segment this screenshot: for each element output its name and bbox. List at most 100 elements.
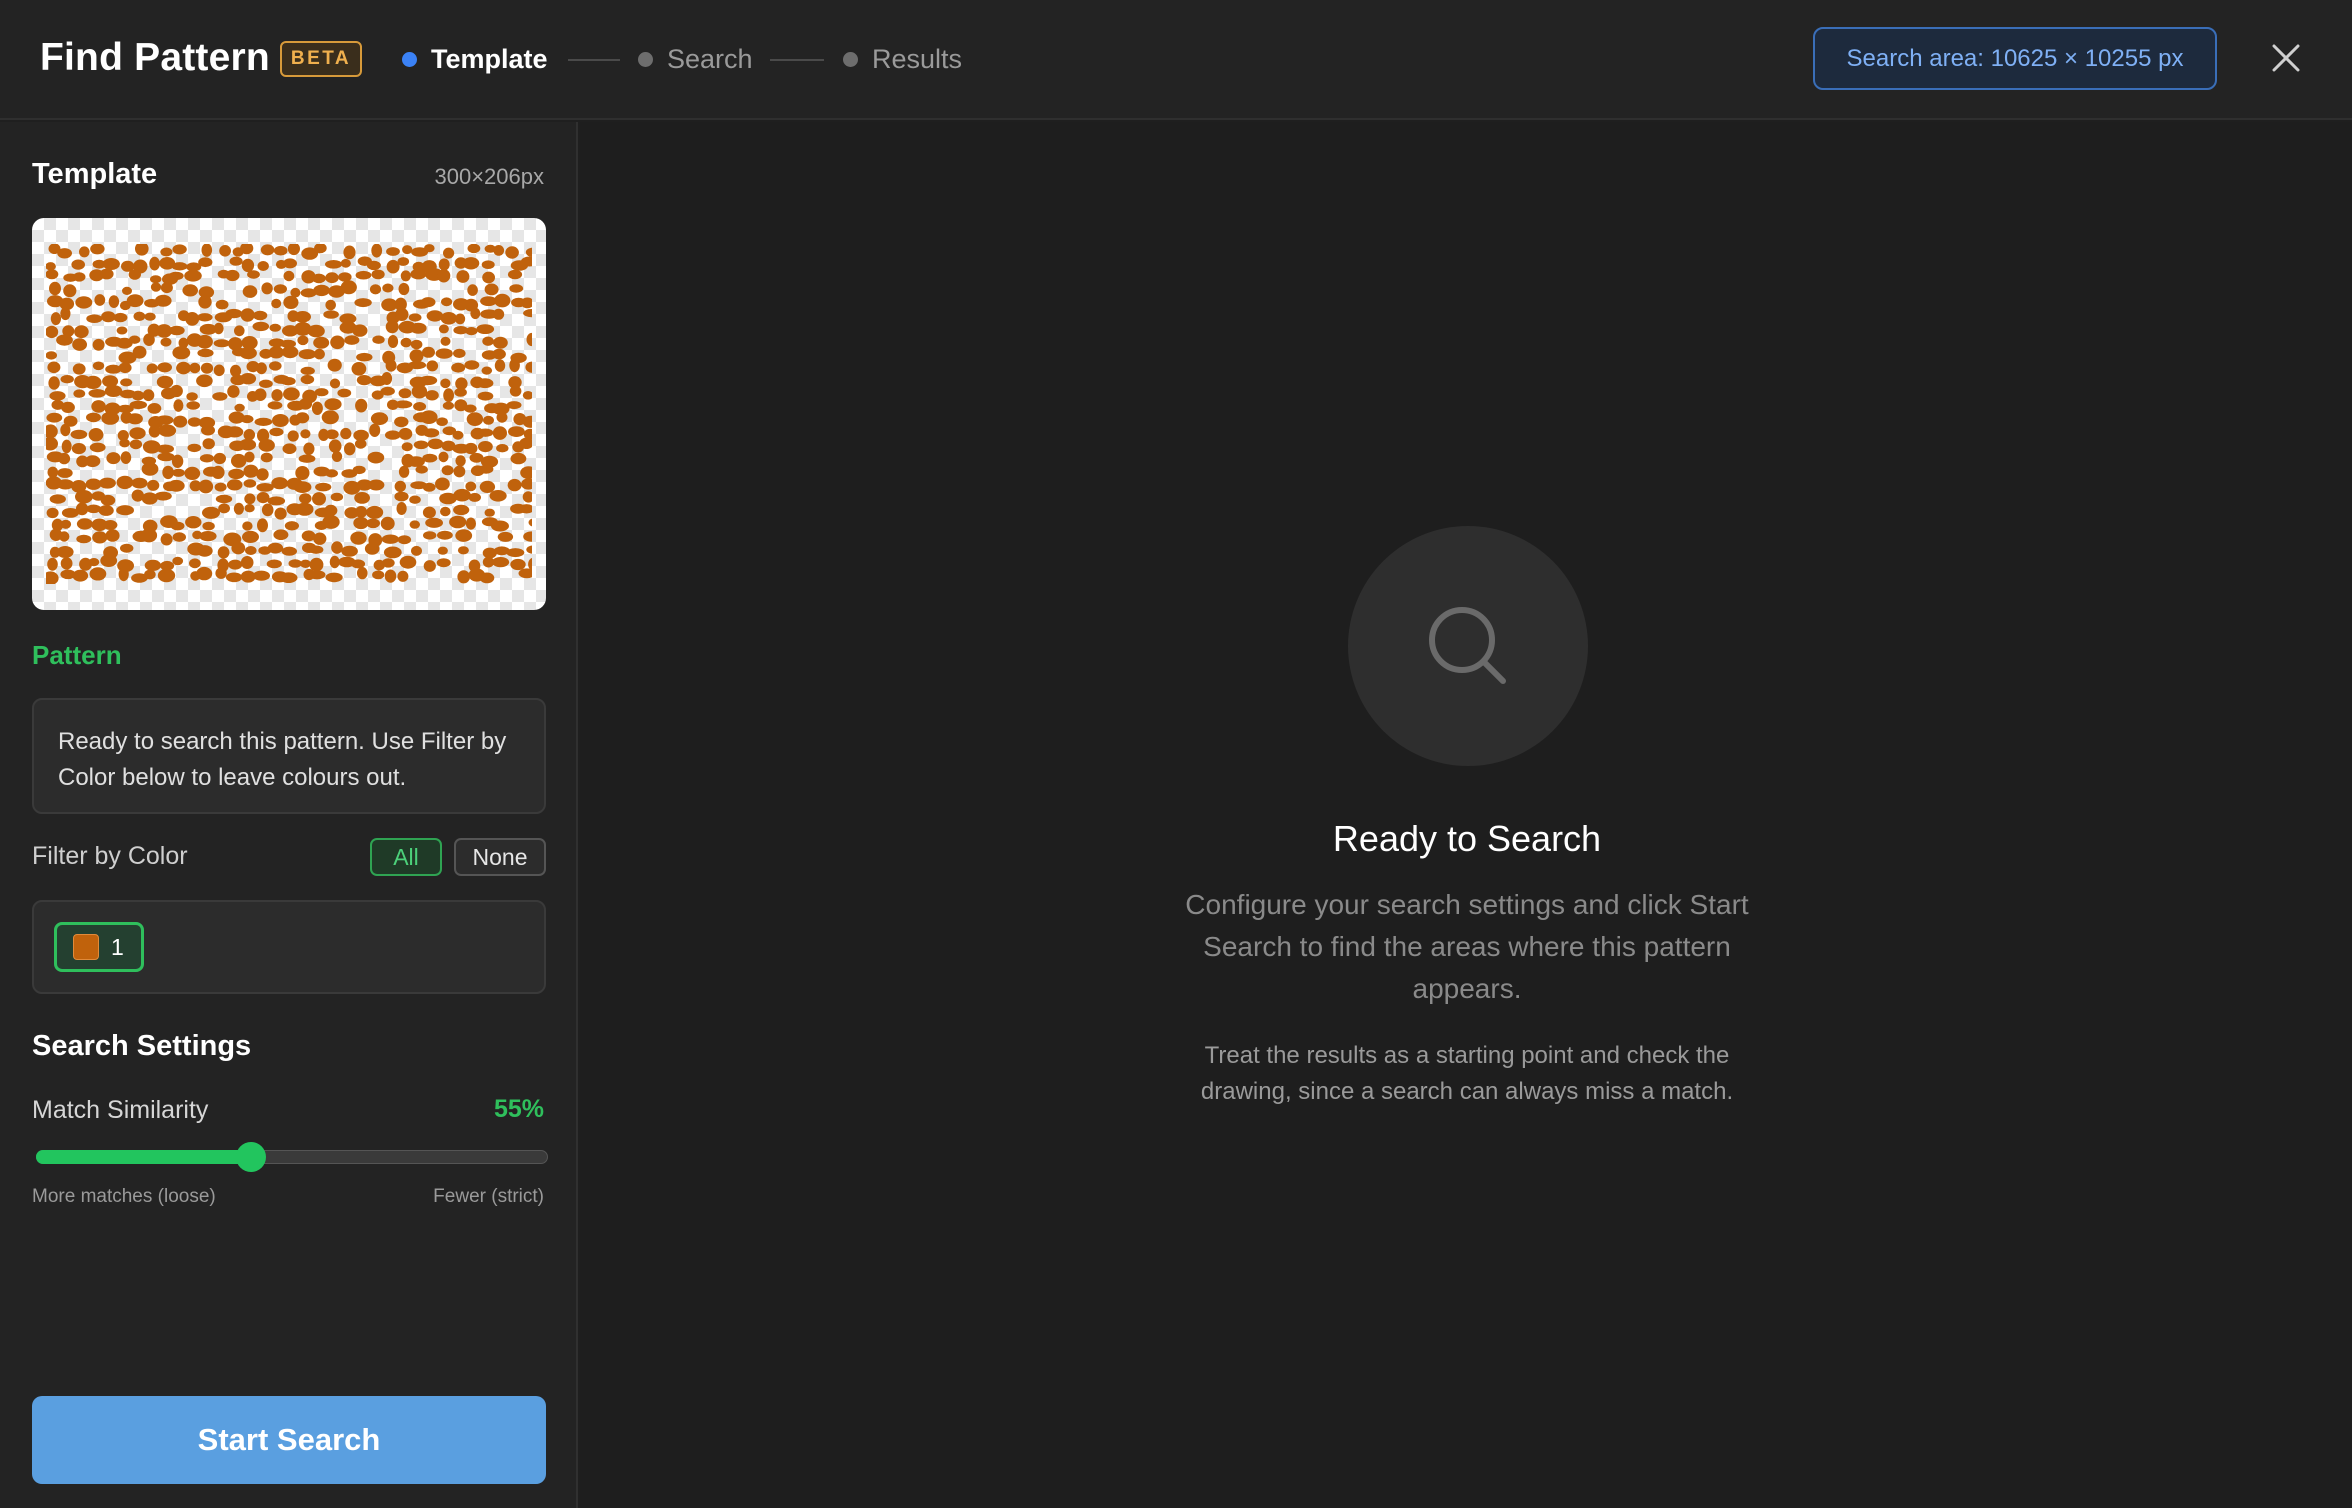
pattern-blob [46, 424, 58, 439]
pattern-blob [468, 492, 481, 502]
pattern-blob [155, 415, 174, 425]
pattern-blob [271, 477, 289, 490]
slider-thumb[interactable] [236, 1142, 267, 1172]
pattern-blob [283, 295, 299, 309]
pattern-blob [476, 378, 494, 389]
pattern-blob [436, 558, 451, 568]
pattern-blob [168, 325, 185, 336]
pattern-blob [229, 256, 243, 266]
pattern-blob [400, 337, 412, 348]
color-chip[interactable]: 1 [54, 922, 144, 972]
pattern-blob [144, 559, 162, 571]
pattern-blob [398, 282, 410, 296]
pattern-blob [420, 297, 436, 308]
slider-hint-strict: Fewer (strict) [433, 1186, 544, 1207]
pattern-blob [321, 410, 339, 425]
pattern-blob [493, 308, 505, 320]
pattern-blob [380, 386, 395, 396]
pattern-blob [46, 571, 59, 584]
pattern-blob [92, 531, 108, 544]
pattern-blob [481, 366, 493, 375]
pattern-blob [185, 312, 200, 326]
pattern-blob [120, 543, 134, 553]
pattern-blob [256, 362, 267, 375]
pattern-blob [464, 360, 480, 370]
pattern-blob [493, 245, 505, 256]
pattern-blob [240, 556, 254, 569]
pattern-blob [71, 259, 85, 270]
pattern-blob [269, 323, 281, 332]
pattern-blob [128, 269, 141, 280]
pattern-blob [441, 465, 454, 476]
pattern-blob [297, 335, 309, 346]
pattern-blob [477, 428, 494, 437]
pattern-blob [308, 570, 326, 580]
pattern-blob [509, 385, 522, 397]
pattern-blob [455, 455, 466, 467]
pattern-blob [355, 270, 372, 280]
pattern-blob [481, 260, 495, 269]
pattern-blob [423, 560, 436, 572]
step-search: Search [638, 44, 753, 75]
pattern-blob [141, 492, 158, 505]
pattern-blob [478, 464, 494, 474]
pattern-blob [46, 262, 56, 271]
pattern-blob [300, 559, 311, 568]
similarity-slider[interactable] [36, 1142, 548, 1172]
pattern-blob [494, 359, 506, 372]
pattern-blob [46, 412, 63, 423]
pattern-blob [436, 417, 448, 426]
pattern-blob [146, 363, 158, 374]
pattern-blob [355, 398, 368, 413]
pattern-blob [256, 492, 270, 504]
pattern-blob [72, 363, 86, 375]
start-search-button[interactable]: Start Search [32, 1396, 546, 1484]
pattern-blob [380, 516, 395, 531]
pattern-blob [160, 337, 172, 347]
pattern-blob [470, 307, 481, 320]
pattern-blob [172, 468, 185, 477]
pattern-blob [108, 295, 120, 308]
pattern-blob [354, 492, 370, 504]
pattern-blob [407, 456, 425, 467]
pattern-blob [184, 270, 202, 282]
pattern-blob [173, 415, 188, 428]
pattern-blob [383, 546, 402, 559]
filter-all-button[interactable]: All [370, 838, 442, 876]
pattern-blob [215, 567, 227, 579]
pattern-blob [75, 490, 93, 504]
pattern-blob [244, 504, 255, 513]
pattern-blob [135, 244, 149, 256]
pattern-blob [351, 362, 367, 376]
pattern-blob [372, 570, 385, 580]
pattern-blob [215, 494, 233, 504]
pattern-blob [451, 362, 466, 373]
pattern-blob [518, 568, 532, 579]
pattern-blob [75, 296, 93, 309]
pattern-blob [267, 496, 286, 506]
pattern-blob [196, 374, 213, 388]
filter-none-button[interactable]: None [454, 838, 546, 876]
pattern-blob [261, 503, 274, 517]
pattern-blob [90, 244, 105, 255]
pattern-blob [523, 531, 532, 542]
pattern-blob [294, 311, 311, 323]
step-results-label: Results [872, 44, 963, 74]
pattern-blob [71, 443, 86, 455]
pattern-blob [252, 570, 270, 581]
pattern-blob [60, 307, 71, 321]
pattern-blob [281, 546, 297, 556]
pattern-blob [102, 258, 120, 270]
color-filter-list: 1 [32, 900, 546, 994]
pattern-blob [84, 375, 102, 389]
pattern-blob [149, 256, 160, 271]
close-button[interactable] [2268, 40, 2304, 76]
pattern-blob [443, 247, 455, 259]
pattern-blob [142, 389, 155, 402]
pattern-blob [157, 568, 176, 583]
pattern-blob [435, 477, 450, 491]
pattern-blob [227, 385, 240, 398]
slider-hint-loose: More matches (loose) [32, 1186, 216, 1207]
pattern-blob [49, 494, 66, 504]
pattern-blob [244, 493, 256, 505]
